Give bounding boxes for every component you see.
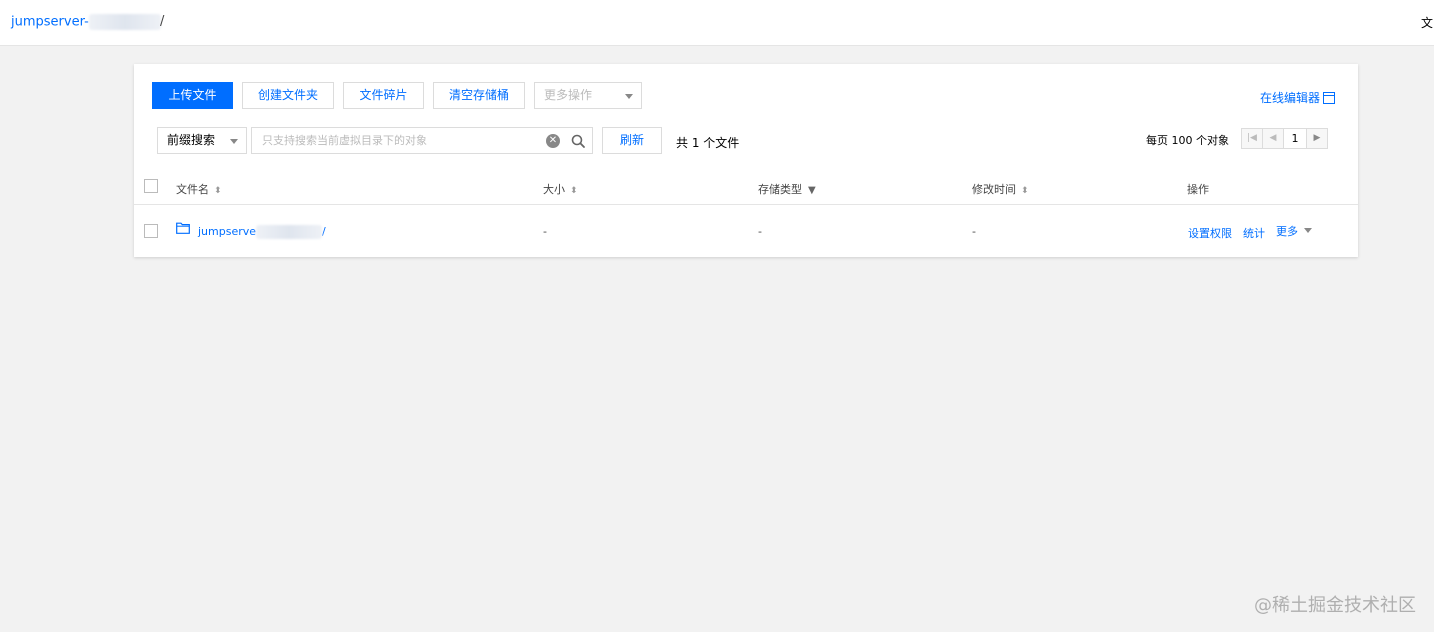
statistics-link[interactable]: 统计 — [1243, 225, 1265, 241]
breadcrumb-separator: / — [160, 14, 165, 29]
header-divider — [134, 204, 1358, 205]
search-mode-label: 前缀搜索 — [167, 133, 216, 147]
file-list-panel: 上传文件 创建文件夹 文件碎片 清空存储桶 更多操作 在线编辑器 前缀搜索 ✕ … — [134, 64, 1358, 257]
top-bar: jumpserver- / 文 — [0, 0, 1434, 46]
clear-bucket-button[interactable]: 清空存储桶 — [433, 82, 525, 109]
sort-icon[interactable]: ⬍ — [214, 186, 222, 196]
select-all-checkbox[interactable] — [144, 179, 158, 193]
column-modified-label: 修改时间 — [972, 183, 1016, 196]
bucket-name-link[interactable]: jumpserver- — [11, 14, 161, 30]
set-permissions-link[interactable]: 设置权限 — [1188, 225, 1232, 241]
more-label: 更多 — [1276, 225, 1298, 238]
first-page-icon[interactable]: |◀ — [1241, 128, 1263, 149]
row-storage-type: - — [758, 225, 762, 238]
file-fragments-button[interactable]: 文件碎片 — [343, 82, 424, 109]
editor-icon — [1323, 92, 1336, 104]
row-checkbox[interactable] — [144, 224, 158, 238]
more-actions-link[interactable]: 更多 — [1276, 223, 1312, 239]
prev-page-icon[interactable]: ◀ — [1262, 128, 1284, 149]
column-header-size[interactable]: 大小 ⬍ — [543, 181, 578, 197]
column-header-name[interactable]: 文件名 ⬍ — [176, 181, 222, 197]
folder-icon — [176, 222, 190, 234]
search-box: ✕ — [251, 127, 593, 154]
row-size: - — [543, 225, 547, 238]
row-modified: - — [972, 225, 976, 238]
column-header-modified[interactable]: 修改时间 ⬍ — [972, 181, 1029, 197]
sort-icon[interactable]: ⬍ — [1021, 186, 1029, 196]
next-page-icon[interactable]: ▶ — [1306, 128, 1328, 149]
chevron-down-icon — [625, 94, 633, 99]
bucket-name-text: jumpserver- — [11, 14, 89, 30]
search-input[interactable] — [252, 128, 542, 153]
redacted-bucket-suffix — [88, 14, 161, 30]
clear-icon[interactable]: ✕ — [546, 134, 560, 148]
filter-icon[interactable]: ▼ — [808, 185, 816, 196]
folder-name-link[interactable]: jumpserve / — [198, 225, 326, 239]
search-icon[interactable] — [570, 133, 586, 149]
refresh-button[interactable]: 刷新 — [602, 127, 662, 154]
redacted-folder-name — [256, 225, 323, 239]
column-size-label: 大小 — [543, 183, 565, 196]
create-folder-button[interactable]: 创建文件夹 — [242, 82, 334, 109]
online-editor-link[interactable]: 在线编辑器 — [1260, 89, 1336, 106]
more-actions-label: 更多操作 — [544, 88, 593, 102]
column-storage-type-label: 存储类型 — [758, 183, 802, 196]
per-page-text[interactable]: 每页 100 个对象 — [1146, 132, 1229, 148]
chevron-down-icon — [1304, 228, 1312, 233]
column-header-storage-type[interactable]: 存储类型 ▼ — [758, 181, 816, 197]
file-count: 共 1 个文件 — [676, 136, 740, 150]
top-right-text[interactable]: 文 — [1421, 14, 1433, 31]
folder-name-suffix: / — [322, 225, 326, 238]
pagination: |◀ ◀ 1 ▶ — [1241, 128, 1328, 149]
current-page[interactable]: 1 — [1283, 128, 1307, 149]
column-name-label: 文件名 — [176, 183, 209, 196]
sort-icon[interactable]: ⬍ — [570, 186, 578, 196]
folder-name-text: jumpserve — [198, 225, 257, 238]
watermark: @稀土掘金技术社区 — [1254, 595, 1416, 616]
online-editor-label: 在线编辑器 — [1260, 91, 1321, 105]
more-actions-select[interactable]: 更多操作 — [534, 82, 642, 109]
upload-file-button[interactable]: 上传文件 — [152, 82, 233, 109]
chevron-down-icon — [230, 139, 238, 144]
column-header-actions: 操作 — [1187, 183, 1209, 196]
search-mode-select[interactable]: 前缀搜索 — [157, 127, 247, 154]
